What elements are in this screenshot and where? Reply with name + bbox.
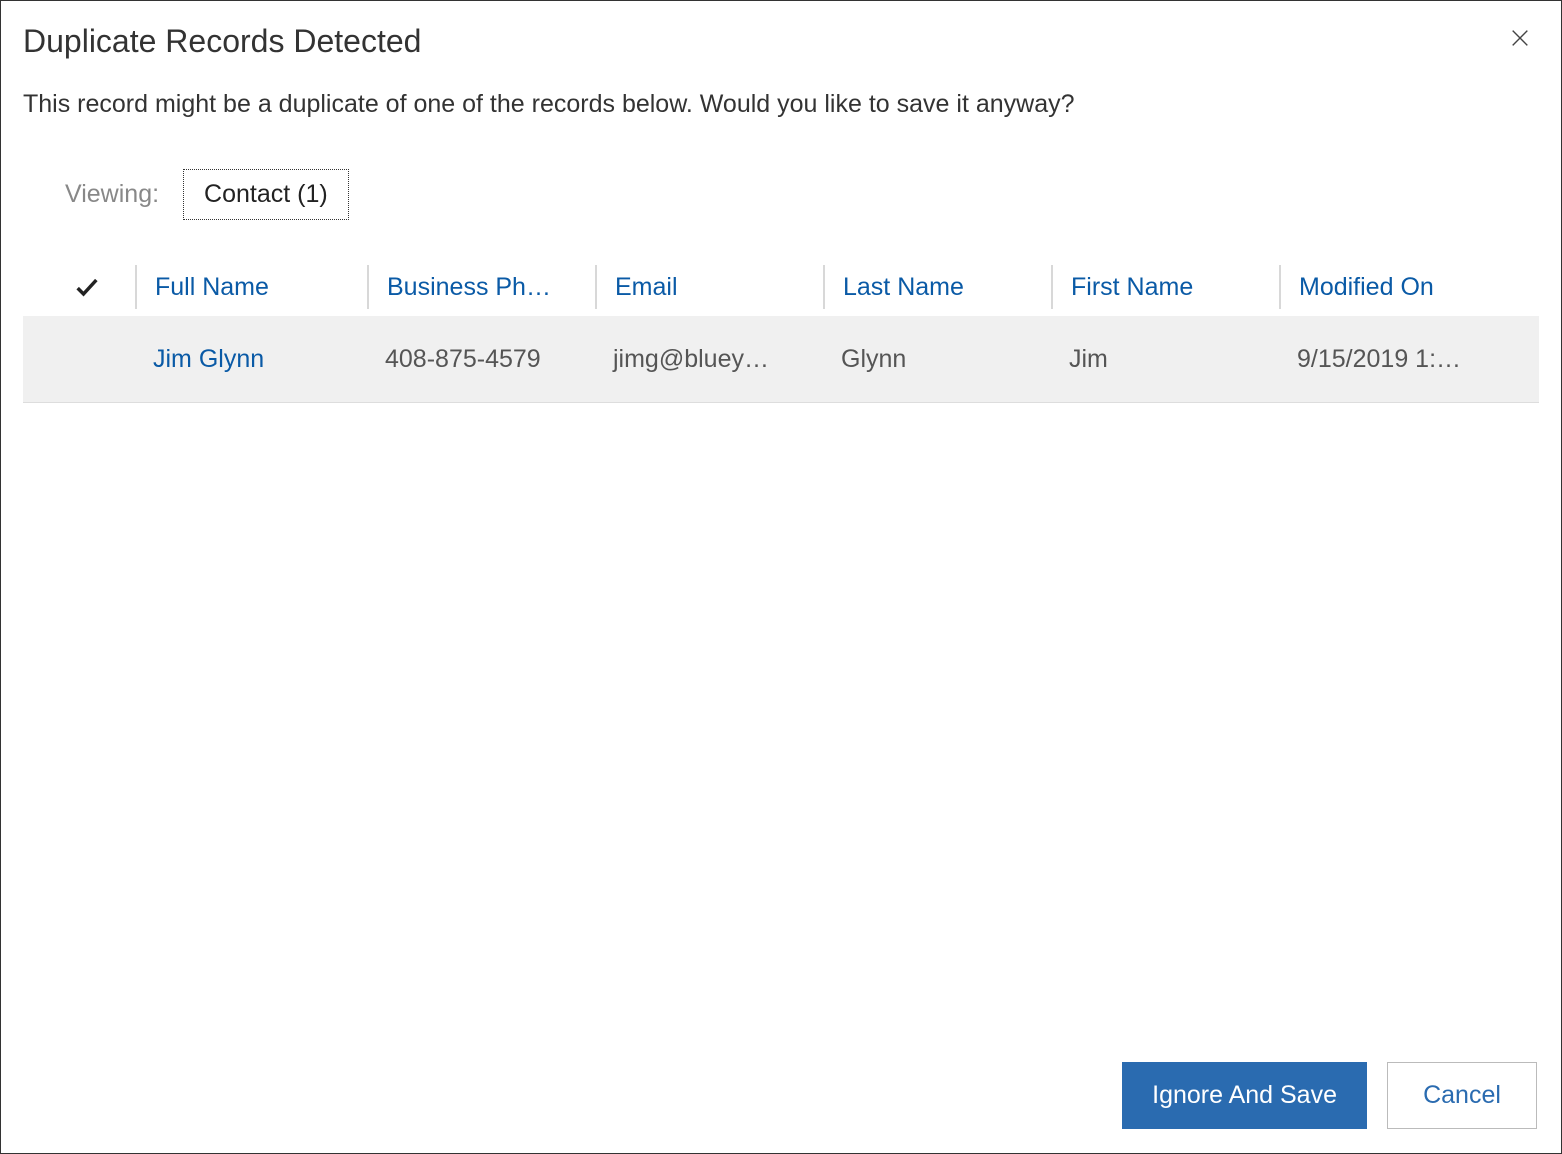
close-button[interactable] [1505,23,1535,53]
table-container: Full Name Business Ph… Email Last Name F… [1,240,1561,1042]
cell-fullname[interactable]: Jim Glynn [135,316,367,402]
dialog-message: This record might be a duplicate of one … [1,70,1561,149]
column-header-phone[interactable]: Business Ph… [367,265,595,309]
dialog-header: Duplicate Records Detected [1,1,1561,70]
close-icon [1509,27,1531,49]
cell-email: jimg@bluey… [595,316,823,402]
cell-phone: 408-875-4579 [367,316,595,402]
dialog-title: Duplicate Records Detected [23,23,421,60]
viewing-row: Viewing: Contact (1) [1,149,1561,240]
column-header-lastname[interactable]: Last Name [823,265,1051,309]
column-header-firstname[interactable]: First Name [1051,265,1279,309]
cancel-button[interactable]: Cancel [1387,1062,1537,1129]
duplicate-records-dialog: Duplicate Records Detected This record m… [0,0,1562,1154]
checkmark-icon [73,273,101,301]
table-header: Full Name Business Ph… Email Last Name F… [23,258,1539,316]
ignore-and-save-button[interactable]: Ignore And Save [1122,1062,1367,1129]
cell-modified: 9/15/2019 1:… [1279,316,1501,402]
column-header-modified[interactable]: Modified On [1279,265,1501,309]
table-row[interactable]: Jim Glynn 408-875-4579 jimg@bluey… Glynn… [23,316,1539,402]
viewing-label: Viewing: [65,180,159,209]
viewing-selector[interactable]: Contact (1) [183,169,349,220]
dialog-footer: Ignore And Save Cancel [1,1042,1561,1153]
cell-lastname: Glynn [823,316,1051,402]
column-header-fullname[interactable]: Full Name [135,265,367,309]
cell-firstname: Jim [1051,316,1279,402]
column-header-email[interactable]: Email [595,265,823,309]
select-all-column[interactable] [65,273,135,301]
